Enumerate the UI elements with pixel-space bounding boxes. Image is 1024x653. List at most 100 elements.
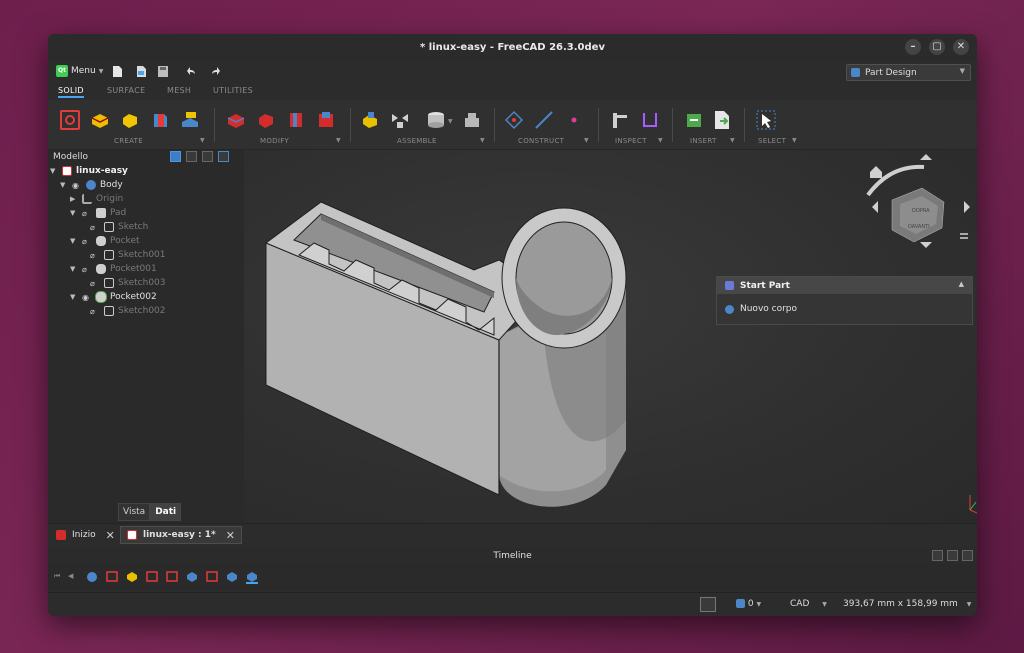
save-icon[interactable] <box>158 66 168 77</box>
body-icon[interactable] <box>86 571 98 582</box>
tree-item-pocket001[interactable]: ▼ ⌀ Pocket001 <box>70 262 157 276</box>
pad-icon[interactable] <box>90 110 110 130</box>
console-icon[interactable] <box>700 597 716 612</box>
new-file-icon[interactable] <box>112 66 122 77</box>
chevron-down-icon[interactable]: ▼ <box>658 137 663 144</box>
close-panel-button[interactable] <box>962 550 973 561</box>
float-button[interactable] <box>947 550 958 561</box>
layer-selector[interactable]: 0 ▼ <box>736 599 761 609</box>
eye-off-icon[interactable]: ⌀ <box>90 223 100 232</box>
mirror-icon[interactable] <box>390 110 410 130</box>
pad-icon[interactable] <box>126 571 138 582</box>
insert-file-icon[interactable] <box>712 110 732 130</box>
groove-icon[interactable] <box>286 110 306 130</box>
chevron-down-icon[interactable]: ▼ <box>70 265 78 273</box>
chevron-down-icon[interactable]: ▼ <box>448 118 453 125</box>
panel-toggle-button[interactable] <box>186 151 197 162</box>
maximize-button[interactable]: ▢ <box>929 39 945 55</box>
redo-icon[interactable] <box>210 66 220 77</box>
tree-item-sketch001[interactable]: ⌀ Sketch001 <box>90 248 166 262</box>
tab-dati[interactable]: Dati <box>150 503 182 521</box>
chevron-down-icon[interactable]: ▼ <box>200 137 205 144</box>
hole-icon[interactable] <box>256 110 276 130</box>
chevron-down-icon[interactable]: ▼ <box>70 209 78 217</box>
tab-inizio[interactable]: Inizio ✕ <box>50 526 121 544</box>
close-icon[interactable]: ✕ <box>226 529 235 542</box>
eye-off-icon[interactable]: ⌀ <box>82 237 92 246</box>
eye-off-icon[interactable]: ⌀ <box>90 279 100 288</box>
chevron-down-icon[interactable]: ▼ <box>730 137 735 144</box>
tab-solid[interactable]: SOLID <box>58 86 84 98</box>
tree-item-sketch[interactable]: ⌀ Sketch <box>90 220 148 234</box>
chevron-down-icon[interactable]: ▼ <box>50 167 58 175</box>
subtractive-pipe-icon[interactable] <box>316 110 336 130</box>
dimension-readout[interactable]: 393,67 mm x 158,99 mm ▼ <box>843 599 971 609</box>
minimize-button[interactable]: – <box>905 39 921 55</box>
eye-icon[interactable]: ◉ <box>72 181 82 190</box>
main-menu-button[interactable]: Qt Menu ▼ <box>56 65 103 77</box>
sketch-icon[interactable] <box>206 571 218 582</box>
pocket-icon[interactable] <box>186 571 198 582</box>
chevron-down-icon[interactable]: ▼ <box>792 137 797 144</box>
tree-item-pad[interactable]: ▼ ⌀ Pad <box>70 206 126 220</box>
sketch-icon[interactable] <box>146 571 158 582</box>
pattern-icon[interactable] <box>426 110 446 130</box>
workbench-selector[interactable]: Part Design ▼ <box>846 64 971 81</box>
tab-linux-easy[interactable]: linux-easy : 1* ✕ <box>120 526 242 544</box>
navigation-style-selector[interactable]: CAD ▼ <box>790 599 827 609</box>
open-file-icon[interactable] <box>136 66 146 77</box>
additive-primitive-icon[interactable] <box>120 110 140 130</box>
undo-icon[interactable] <box>187 66 197 77</box>
pocket-icon[interactable] <box>226 571 238 582</box>
datum-plane-icon[interactable] <box>504 110 524 130</box>
chevron-down-icon[interactable]: ▼ <box>60 181 68 189</box>
eye-icon[interactable]: ◉ <box>82 293 92 302</box>
sketch-icon[interactable] <box>166 571 178 582</box>
chevron-down-icon[interactable]: ▼ <box>70 293 78 301</box>
eye-off-icon[interactable]: ⌀ <box>82 209 92 218</box>
tab-utilities[interactable]: UTILITIES <box>213 86 253 95</box>
new-sketch-icon[interactable] <box>60 110 80 130</box>
eye-off-icon[interactable]: ⌀ <box>90 251 100 260</box>
tree-item-document[interactable]: ▼ linux-easy <box>50 164 128 178</box>
chevron-down-icon[interactable]: ▼ <box>70 237 78 245</box>
task-panel-header[interactable]: Start Part ▲ <box>717 277 972 294</box>
back-icon[interactable]: ◀ <box>68 572 73 580</box>
tab-surface[interactable]: SURFACE <box>107 86 145 95</box>
tree-item-body[interactable]: ▼ ◉ Body <box>60 178 123 192</box>
tree-item-sketch003[interactable]: ⌀ Sketch003 <box>90 276 166 290</box>
pocket-icon[interactable] <box>226 110 246 130</box>
undock-button[interactable] <box>932 550 943 561</box>
additive-loft-icon[interactable] <box>180 110 200 130</box>
pocket-icon[interactable] <box>246 571 258 584</box>
chevron-down-icon[interactable]: ▼ <box>336 137 341 144</box>
new-body-action[interactable]: Nuovo corpo <box>717 294 972 324</box>
check-geometry-icon[interactable] <box>640 110 660 130</box>
box-select-icon[interactable] <box>756 110 776 130</box>
revolution-icon[interactable] <box>150 110 170 130</box>
rewind-icon[interactable]: ⏮ <box>54 572 60 581</box>
tab-mesh[interactable]: MESH <box>167 86 191 95</box>
chevron-down-icon[interactable]: ▼ <box>584 137 589 144</box>
panel-toggle-button[interactable] <box>170 151 181 162</box>
3d-model[interactable]: DOPRA DAVANTI <box>244 150 977 523</box>
tree-item-origin[interactable]: ▶ Origin <box>70 192 123 206</box>
eye-off-icon[interactable]: ⌀ <box>90 307 100 316</box>
import-icon[interactable] <box>684 110 704 130</box>
eye-off-icon[interactable]: ⌀ <box>82 265 92 274</box>
close-window-button[interactable]: ✕ <box>953 39 969 55</box>
tree-item-pocket002[interactable]: ▼ ◉ Pocket002 <box>70 290 157 304</box>
chevron-down-icon[interactable]: ▼ <box>480 137 485 144</box>
close-icon[interactable]: ✕ <box>106 529 115 542</box>
tree-item-pocket[interactable]: ▼ ⌀ Pocket <box>70 234 140 248</box>
tree-item-sketch002[interactable]: ⌀ Sketch002 <box>90 304 166 318</box>
sketch-icon[interactable] <box>106 571 118 582</box>
measure-icon[interactable] <box>610 110 630 130</box>
datum-point-icon[interactable] <box>564 110 584 130</box>
tab-vista[interactable]: Vista <box>118 503 151 521</box>
datum-line-icon[interactable] <box>534 110 554 130</box>
3d-viewport[interactable]: DOPRA DAVANTI <box>244 150 977 523</box>
boolean-icon[interactable] <box>360 110 380 130</box>
multitransform-icon[interactable] <box>462 110 482 130</box>
chevron-right-icon[interactable]: ▶ <box>70 195 78 203</box>
